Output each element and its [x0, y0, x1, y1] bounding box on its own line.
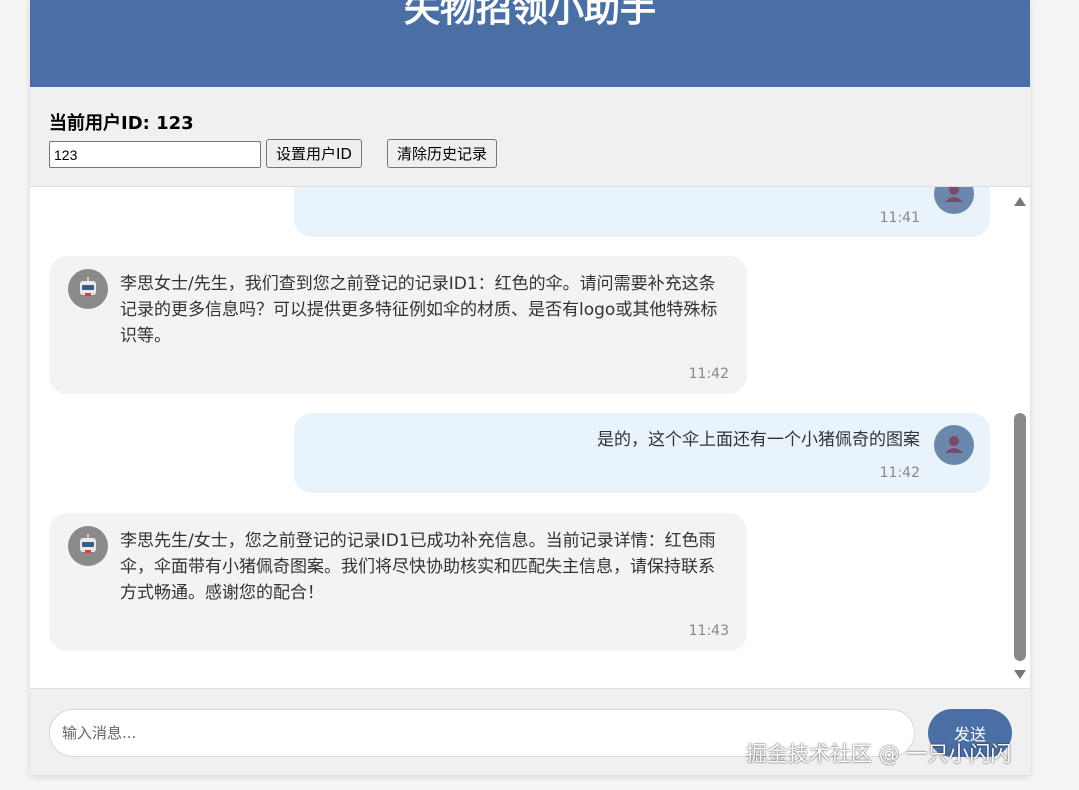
page-title: 失物招领小助手	[403, 0, 656, 30]
scrollbar-thumb[interactable]	[1014, 413, 1026, 661]
robot-avatar-icon	[68, 526, 108, 566]
clear-history-button[interactable]: 清除历史记录	[387, 139, 498, 168]
message-time: 11:41	[879, 210, 920, 226]
robot-avatar-icon	[68, 269, 108, 309]
app-header: 失物招领小助手	[30, 0, 1030, 87]
user-id-input[interactable]	[49, 141, 261, 168]
watermark: 掘金技术社区 @ 一只小闪闪	[746, 742, 1012, 766]
bot-message: 李思女士/先生，我们查到您之前登记的记录ID1：红色的伞。请问需要补充这条记录的…	[49, 256, 747, 394]
user-message: 12311112222 11:41	[294, 187, 990, 237]
message-text: 是的，这个伞上面还有一个小猪佩奇的图案	[597, 430, 920, 450]
user-avatar-icon	[934, 425, 974, 465]
scroll-up-arrow-icon[interactable]	[1014, 197, 1026, 206]
user-message: 是的，这个伞上面还有一个小猪佩奇的图案 11:42	[294, 413, 990, 493]
set-user-id-button[interactable]: 设置用户ID	[266, 139, 362, 168]
user-avatar-icon	[934, 187, 974, 214]
message-time: 11:42	[879, 465, 920, 481]
message-text: 李思女士/先生，我们查到您之前登记的记录ID1：红色的伞。请问需要补充这条记录的…	[120, 274, 718, 346]
chat-app: 失物招领小助手 当前用户ID: 123 设置用户ID 清除历史记录 123111…	[30, 0, 1030, 775]
message-time: 11:42	[688, 366, 729, 382]
scroll-down-arrow-icon[interactable]	[1014, 670, 1026, 679]
message-text: 12311112222	[801, 187, 920, 195]
chat-messages[interactable]: 12311112222 11:41 李思女士/先生，我们查到您之前登记的记录ID…	[30, 187, 1030, 688]
current-user-id-label: 当前用户ID: 123	[49, 113, 194, 134]
message-time: 11:43	[688, 623, 729, 639]
bot-message: 李思先生/女士，您之前登记的记录ID1已成功补充信息。当前记录详情：红色雨伞，伞…	[49, 513, 747, 651]
message-text: 李思先生/女士，您之前登记的记录ID1已成功补充信息。当前记录详情：红色雨伞，伞…	[120, 531, 716, 603]
user-bar: 当前用户ID: 123 设置用户ID 清除历史记录	[30, 87, 1030, 187]
